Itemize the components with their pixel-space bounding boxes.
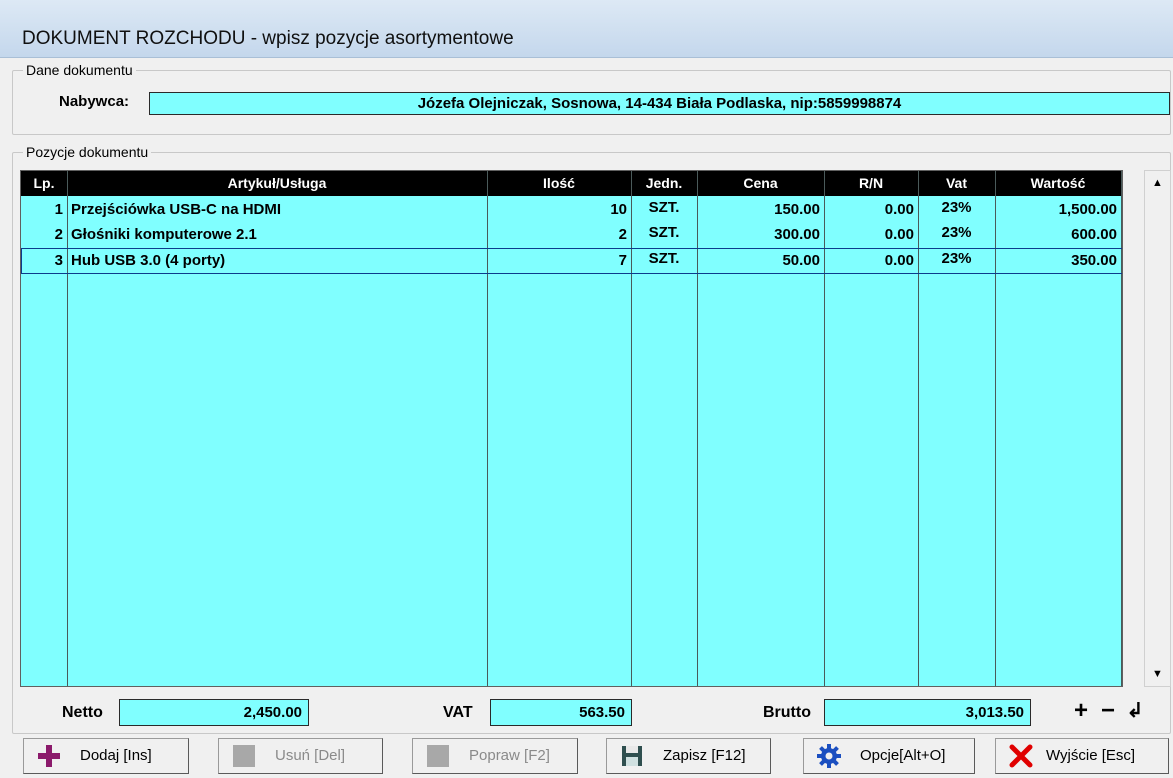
options-button-label: Opcje[Alt+O] (860, 747, 946, 764)
table-row-2-rn[interactable]: 0.00 (824, 224, 918, 246)
table-row-1-unit[interactable]: SZT. (631, 197, 697, 219)
col-header-lp[interactable]: Lp. (21, 171, 67, 196)
table-row-2-item[interactable]: Głośniki komputerowe 2.1 (67, 224, 487, 246)
vertical-scrollbar[interactable]: ▲ ▼ (1144, 170, 1171, 687)
table-row-2-unit[interactable]: SZT. (631, 222, 697, 244)
window-title: DOKUMENT ROZCHODU - wpisz pozycje asorty… (22, 28, 514, 49)
brutto-label: Brutto (763, 704, 811, 721)
exit-button-label: Wyjście [Esc] (1046, 747, 1136, 764)
edit-button-label: Popraw [F2] (469, 747, 550, 764)
delete-button[interactable]: Usuń [Del] (218, 738, 383, 774)
table-row-2-lp[interactable]: 2 (21, 224, 67, 246)
save-button[interactable]: Zapisz [F12] (606, 738, 771, 774)
vat-field: 563.50 (490, 699, 632, 726)
table-row-3-item[interactable]: Hub USB 3.0 (4 porty) (67, 250, 487, 272)
disabled-square-icon (425, 743, 451, 769)
minus-icon[interactable]: − (1095, 699, 1121, 725)
col-header-rn[interactable]: R/N (824, 171, 918, 196)
table-row-3-price[interactable]: 50.00 (697, 250, 824, 272)
add-button[interactable]: Dodaj [Ins] (23, 738, 189, 774)
gear-icon (816, 743, 842, 769)
table-row-1-price[interactable]: 150.00 (697, 199, 824, 221)
table-row-3-qty[interactable]: 7 (487, 250, 631, 272)
table-row-1-vat[interactable]: 23% (918, 197, 995, 219)
col-header-price[interactable]: Cena (697, 171, 824, 196)
plus-icon (36, 743, 62, 769)
table-row-3-value[interactable]: 350.00 (995, 250, 1121, 272)
edit-button[interactable]: Popraw [F2] (412, 738, 578, 774)
table-row-2-vat[interactable]: 23% (918, 222, 995, 244)
buyer-label: Nabywca: (59, 93, 130, 110)
table-row-2-price[interactable]: 300.00 (697, 224, 824, 246)
add-button-label: Dodaj [Ins] (80, 747, 152, 764)
scroll-down-icon[interactable]: ▼ (1145, 662, 1170, 686)
col-header-vat[interactable]: Vat (918, 171, 995, 196)
table-row-1-value[interactable]: 1,500.00 (995, 199, 1121, 221)
table-row-3-lp[interactable]: 3 (21, 250, 67, 272)
table-row-1-item[interactable]: Przejściówka USB-C na HDMI (67, 199, 487, 221)
floppy-disk-icon (619, 743, 645, 769)
options-button[interactable]: Opcje[Alt+O] (803, 738, 975, 774)
col-header-item[interactable]: Artykuł/Usługa (67, 171, 487, 196)
document-data-legend: Dane dokumentu (26, 62, 133, 78)
positions-table[interactable]: Lp. Artykuł/Usługa Ilość Jedn. Cena R/N … (20, 170, 1123, 687)
table-row-1-lp[interactable]: 1 (21, 199, 67, 221)
save-button-label: Zapisz [F12] (663, 747, 746, 764)
table-row-2-value[interactable]: 600.00 (995, 224, 1121, 246)
scroll-up-icon[interactable]: ▲ (1145, 171, 1170, 195)
netto-label: Netto (62, 704, 103, 721)
plus-icon[interactable]: + (1068, 699, 1094, 725)
col-header-value[interactable]: Wartość (995, 171, 1121, 196)
table-row-3-vat[interactable]: 23% (918, 248, 995, 270)
buyer-field[interactable]: Józefa Olejniczak, Sosnowa, 14-434 Biała… (149, 92, 1170, 115)
table-row-1-qty[interactable]: 10 (487, 199, 631, 221)
vat-label: VAT (443, 704, 473, 721)
table-row-2-qty[interactable]: 2 (487, 224, 631, 246)
delete-button-label: Usuń [Del] (275, 747, 346, 764)
col-header-unit[interactable]: Jedn. (631, 171, 697, 196)
exit-button[interactable]: Wyjście [Esc] (995, 738, 1169, 774)
netto-field: 2,450.00 (119, 699, 309, 726)
brutto-field: 3,013.50 (824, 699, 1031, 726)
enter-icon[interactable]: ↲ (1122, 699, 1148, 725)
table-row-3-unit[interactable]: SZT. (631, 248, 697, 270)
close-icon (1008, 743, 1034, 769)
disabled-square-icon (231, 743, 257, 769)
positions-legend: Pozycje dokumentu (26, 144, 149, 160)
table-row-3-rn[interactable]: 0.00 (824, 250, 918, 272)
title-bar: DOKUMENT ROZCHODU - wpisz pozycje asorty… (0, 0, 1173, 58)
col-header-qty[interactable]: Ilość (487, 171, 631, 196)
table-row-1-rn[interactable]: 0.00 (824, 199, 918, 221)
